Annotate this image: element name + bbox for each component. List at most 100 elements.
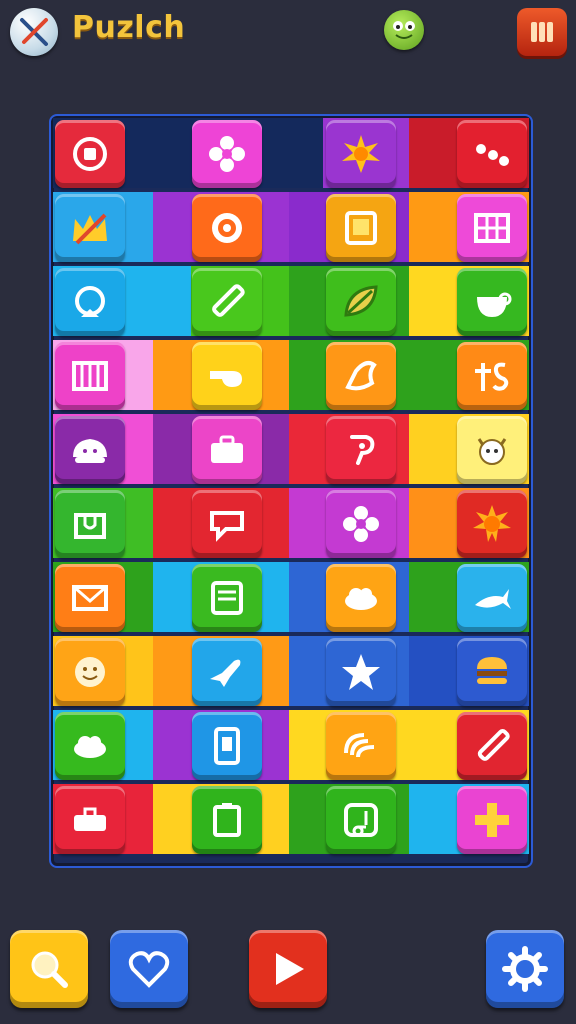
hint-button[interactable] xyxy=(10,930,88,1008)
pause-icon-bar xyxy=(547,22,553,42)
tile-target-square[interactable] xyxy=(55,120,125,188)
tile-flower-2[interactable] xyxy=(326,490,396,558)
burger-icon xyxy=(477,657,507,684)
house-icon xyxy=(74,513,106,539)
plane-icon xyxy=(210,659,241,687)
cloud-icon xyxy=(345,588,377,610)
puzzle-board xyxy=(49,114,533,868)
tile-phone[interactable] xyxy=(192,712,262,780)
tile-grid[interactable] xyxy=(457,194,527,262)
card-icon xyxy=(211,581,243,615)
header-bar: Puzlch xyxy=(0,0,576,64)
board-row xyxy=(53,192,529,262)
picture-frame-icon xyxy=(345,211,377,245)
tile-fence[interactable] xyxy=(55,342,125,410)
tile-card[interactable] xyxy=(192,564,262,632)
tile-house[interactable] xyxy=(55,490,125,558)
whistle-icon xyxy=(210,371,242,387)
favorite-button[interactable] xyxy=(110,930,188,1008)
tile-plane[interactable] xyxy=(192,638,262,706)
wifi-icon xyxy=(344,733,375,758)
tile-music-note[interactable] xyxy=(326,786,396,854)
tile-flower-ring[interactable] xyxy=(192,194,262,262)
tile-bun[interactable] xyxy=(55,416,125,484)
tile-goat[interactable] xyxy=(457,416,527,484)
bowl-icon xyxy=(477,292,512,317)
board-row xyxy=(53,636,529,706)
pause-icon xyxy=(531,22,537,42)
tile-bowl[interactable] xyxy=(457,268,527,336)
phone-icon xyxy=(214,727,240,765)
tile-pencil-2[interactable] xyxy=(457,712,527,780)
briefcase-icon xyxy=(211,435,243,463)
tile-fish[interactable] xyxy=(457,564,527,632)
tile-briefcase[interactable] xyxy=(192,416,262,484)
tile-pencil[interactable] xyxy=(192,268,262,336)
magnifier-icon xyxy=(31,951,68,988)
board-row xyxy=(53,784,529,854)
pencil-icon xyxy=(477,728,510,761)
tile-flower[interactable] xyxy=(192,120,262,188)
tile-whistle[interactable] xyxy=(192,342,262,410)
tile-cloud[interactable] xyxy=(326,564,396,632)
goat-icon xyxy=(477,438,507,465)
tile-note[interactable] xyxy=(192,490,262,558)
board-row xyxy=(53,562,529,632)
crown-icon xyxy=(73,213,107,245)
leaf-icon xyxy=(344,285,378,317)
star-icon xyxy=(342,654,380,690)
tile-plus[interactable] xyxy=(457,786,527,854)
flower-ring-icon xyxy=(212,213,242,243)
tile-wifi[interactable] xyxy=(326,712,396,780)
tile-crown[interactable] xyxy=(55,194,125,262)
plus-icon xyxy=(475,803,509,837)
tile-sun-face[interactable] xyxy=(457,490,527,558)
dots-icon xyxy=(476,144,509,166)
tile-symbol[interactable] xyxy=(457,342,527,410)
board-row xyxy=(53,118,529,188)
tile-picture-frame[interactable] xyxy=(326,194,396,262)
fish-icon xyxy=(475,589,511,609)
hook-icon xyxy=(350,435,375,465)
frog-face-icon[interactable] xyxy=(384,10,424,50)
board-row xyxy=(53,488,529,558)
sun-face-icon xyxy=(473,505,511,542)
bun-icon xyxy=(73,439,107,463)
tile-leaf[interactable] xyxy=(326,268,396,336)
symbol-icon xyxy=(475,362,509,391)
tile-clipboard[interactable] xyxy=(192,786,262,854)
grid-icon xyxy=(474,213,510,243)
tile-dots[interactable] xyxy=(457,120,527,188)
tile-star[interactable] xyxy=(326,638,396,706)
tile-bag[interactable] xyxy=(55,786,125,854)
note-icon xyxy=(210,511,244,542)
pause-icon-bar xyxy=(539,22,545,42)
cloud-icon xyxy=(74,736,106,758)
tile-mail[interactable] xyxy=(55,564,125,632)
board-row xyxy=(53,710,529,780)
tile-smiley[interactable] xyxy=(55,638,125,706)
gear-icon xyxy=(502,946,548,992)
tile-hook[interactable] xyxy=(326,416,396,484)
tile-bird[interactable] xyxy=(326,342,396,410)
tile-cloud-2[interactable] xyxy=(55,712,125,780)
play-button[interactable] xyxy=(249,930,327,1008)
tile-burger[interactable] xyxy=(457,638,527,706)
app-title: Puzlch xyxy=(72,10,186,45)
fence-icon xyxy=(72,361,108,391)
pause-button[interactable] xyxy=(517,8,567,56)
tile-sun[interactable] xyxy=(326,120,396,188)
sun-icon xyxy=(342,135,380,173)
music-note-icon xyxy=(344,803,378,837)
pencil-icon xyxy=(212,284,245,317)
smiley-icon xyxy=(75,657,105,687)
board-row xyxy=(53,266,529,336)
bag-icon xyxy=(74,807,106,831)
mail-icon xyxy=(72,585,108,611)
settings-button[interactable] xyxy=(486,930,564,1008)
board-row xyxy=(53,340,529,410)
refresh-icon xyxy=(75,286,105,317)
tile-refresh[interactable] xyxy=(55,268,125,336)
play-icon xyxy=(276,953,304,985)
flower-icon xyxy=(343,506,379,542)
